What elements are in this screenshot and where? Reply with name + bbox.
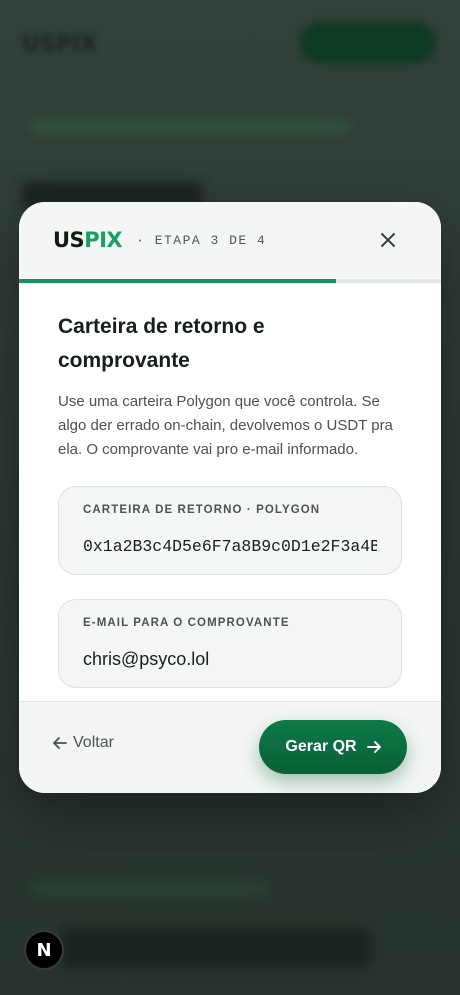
step-indicator: · ETAPA 3 DE 4 bbox=[136, 232, 267, 248]
receipt-email-field: E-MAIL PARA O COMPROVANTE bbox=[58, 599, 402, 688]
arrow-right-icon bbox=[366, 741, 381, 753]
progress-bar bbox=[19, 279, 441, 283]
background-subline bbox=[30, 882, 270, 896]
brand-us: US bbox=[53, 228, 85, 252]
modal-title: Carteira de retorno e comprovante bbox=[58, 315, 265, 372]
back-label: Voltar bbox=[73, 734, 114, 751]
generate-qr-button[interactable]: Gerar QR bbox=[259, 720, 407, 774]
background-title bbox=[60, 928, 370, 968]
receipt-email-input[interactable] bbox=[83, 645, 377, 673]
modal-footer: Voltar Gerar QR bbox=[19, 701, 441, 793]
background-line bbox=[30, 120, 350, 134]
wallet-modal: USPIX · ETAPA 3 DE 4 Carteira de retorno… bbox=[19, 202, 441, 793]
return-wallet-input[interactable] bbox=[83, 532, 377, 560]
return-wallet-label: CARTEIRA DE RETORNO · POLYGON bbox=[83, 504, 321, 516]
close-icon bbox=[381, 233, 395, 247]
background-logo: USPIX bbox=[22, 32, 97, 57]
progress-fill bbox=[19, 279, 336, 283]
close-button[interactable] bbox=[377, 229, 399, 251]
brand-logo: USPIX bbox=[53, 228, 123, 252]
receipt-email-label: E-MAIL PARA O COMPROVANTE bbox=[83, 617, 290, 629]
arrow-left-icon bbox=[53, 737, 67, 749]
background-cta bbox=[300, 22, 436, 64]
return-wallet-field: CARTEIRA DE RETORNO · POLYGON bbox=[58, 486, 402, 575]
next-badge[interactable]: N bbox=[24, 930, 64, 970]
back-button[interactable]: Voltar bbox=[53, 734, 114, 752]
brand-pix: PIX bbox=[84, 228, 123, 252]
modal-header: USPIX · ETAPA 3 DE 4 bbox=[19, 202, 441, 278]
modal-description: Use uma carteira Polygon que você contro… bbox=[58, 393, 393, 458]
generate-qr-label: Gerar QR bbox=[285, 738, 357, 755]
modal-body: Carteira de retorno e comprovante Use um… bbox=[58, 310, 402, 688]
